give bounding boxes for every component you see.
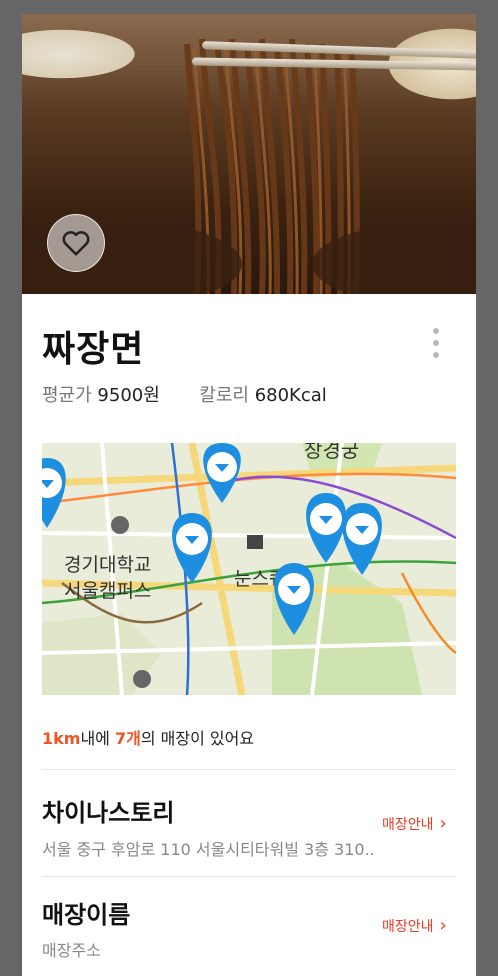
map-label: 서울캠퍼스 bbox=[64, 580, 151, 602]
store-info-link[interactable]: 매장안내 › bbox=[382, 916, 447, 936]
store-address: 매장주소 bbox=[42, 941, 101, 960]
store-pin-icon[interactable] bbox=[306, 493, 346, 563]
store-pin-icon[interactable] bbox=[42, 458, 66, 528]
dish-name: 짜장면 bbox=[42, 329, 145, 370]
favorite-button[interactable] bbox=[47, 214, 105, 272]
distance-value: 1km bbox=[42, 729, 81, 748]
chevron-right-icon: › bbox=[439, 813, 447, 834]
dish-detail-card: 짜장면 평균가 9500원 칼로리 680Kcal 창경궁 경기대학교 서울캠퍼… bbox=[22, 14, 476, 976]
more-vertical-icon bbox=[424, 328, 448, 358]
avg-price-value: 9500원 bbox=[97, 385, 160, 406]
avg-price-label: 평균가 bbox=[42, 385, 92, 406]
store-info-label: 매장안내 bbox=[382, 817, 434, 833]
divider bbox=[42, 769, 456, 770]
nearby-stores-summary: 1km내에 7개의 매장이 있어요 bbox=[42, 725, 254, 749]
summary-text: 의 매장이 있어요 bbox=[140, 729, 255, 748]
store-name: 매장이름 bbox=[42, 901, 131, 929]
dish-meta: 평균가 9500원 칼로리 680Kcal bbox=[42, 381, 327, 407]
map-label: 경기대학교 bbox=[64, 554, 151, 576]
store-pin-icon[interactable] bbox=[172, 513, 212, 583]
heart-icon bbox=[62, 231, 90, 256]
chevron-right-icon: › bbox=[439, 915, 447, 936]
store-info-label: 매장안내 bbox=[382, 919, 434, 935]
subway-station-icon bbox=[111, 516, 129, 534]
summary-text: 내에 bbox=[80, 729, 115, 748]
calorie-value: 680Kcal bbox=[254, 385, 327, 406]
store-name: 차이나스토리 bbox=[42, 799, 175, 827]
calorie-label: 칼로리 bbox=[199, 385, 249, 406]
dish-photo bbox=[22, 14, 476, 294]
shopping-cart-icon bbox=[247, 535, 263, 549]
store-map[interactable]: 창경궁 경기대학교 서울캠퍼스 눈스퀘어 bbox=[42, 443, 456, 695]
store-count: 7개 bbox=[114, 729, 141, 748]
store-info-link[interactable]: 매장안내 › bbox=[382, 814, 447, 834]
store-pin-icon[interactable] bbox=[203, 443, 241, 503]
subway-station-icon bbox=[133, 670, 151, 688]
store-address: 서울 중구 후암로 110 서울시티타워빌 3층 310.. bbox=[42, 840, 375, 859]
divider bbox=[42, 876, 456, 877]
map-label: 창경궁 bbox=[304, 443, 359, 462]
map-canvas: 창경궁 경기대학교 서울캠퍼스 눈스퀘어 bbox=[42, 443, 456, 695]
more-options-button[interactable] bbox=[424, 328, 448, 364]
